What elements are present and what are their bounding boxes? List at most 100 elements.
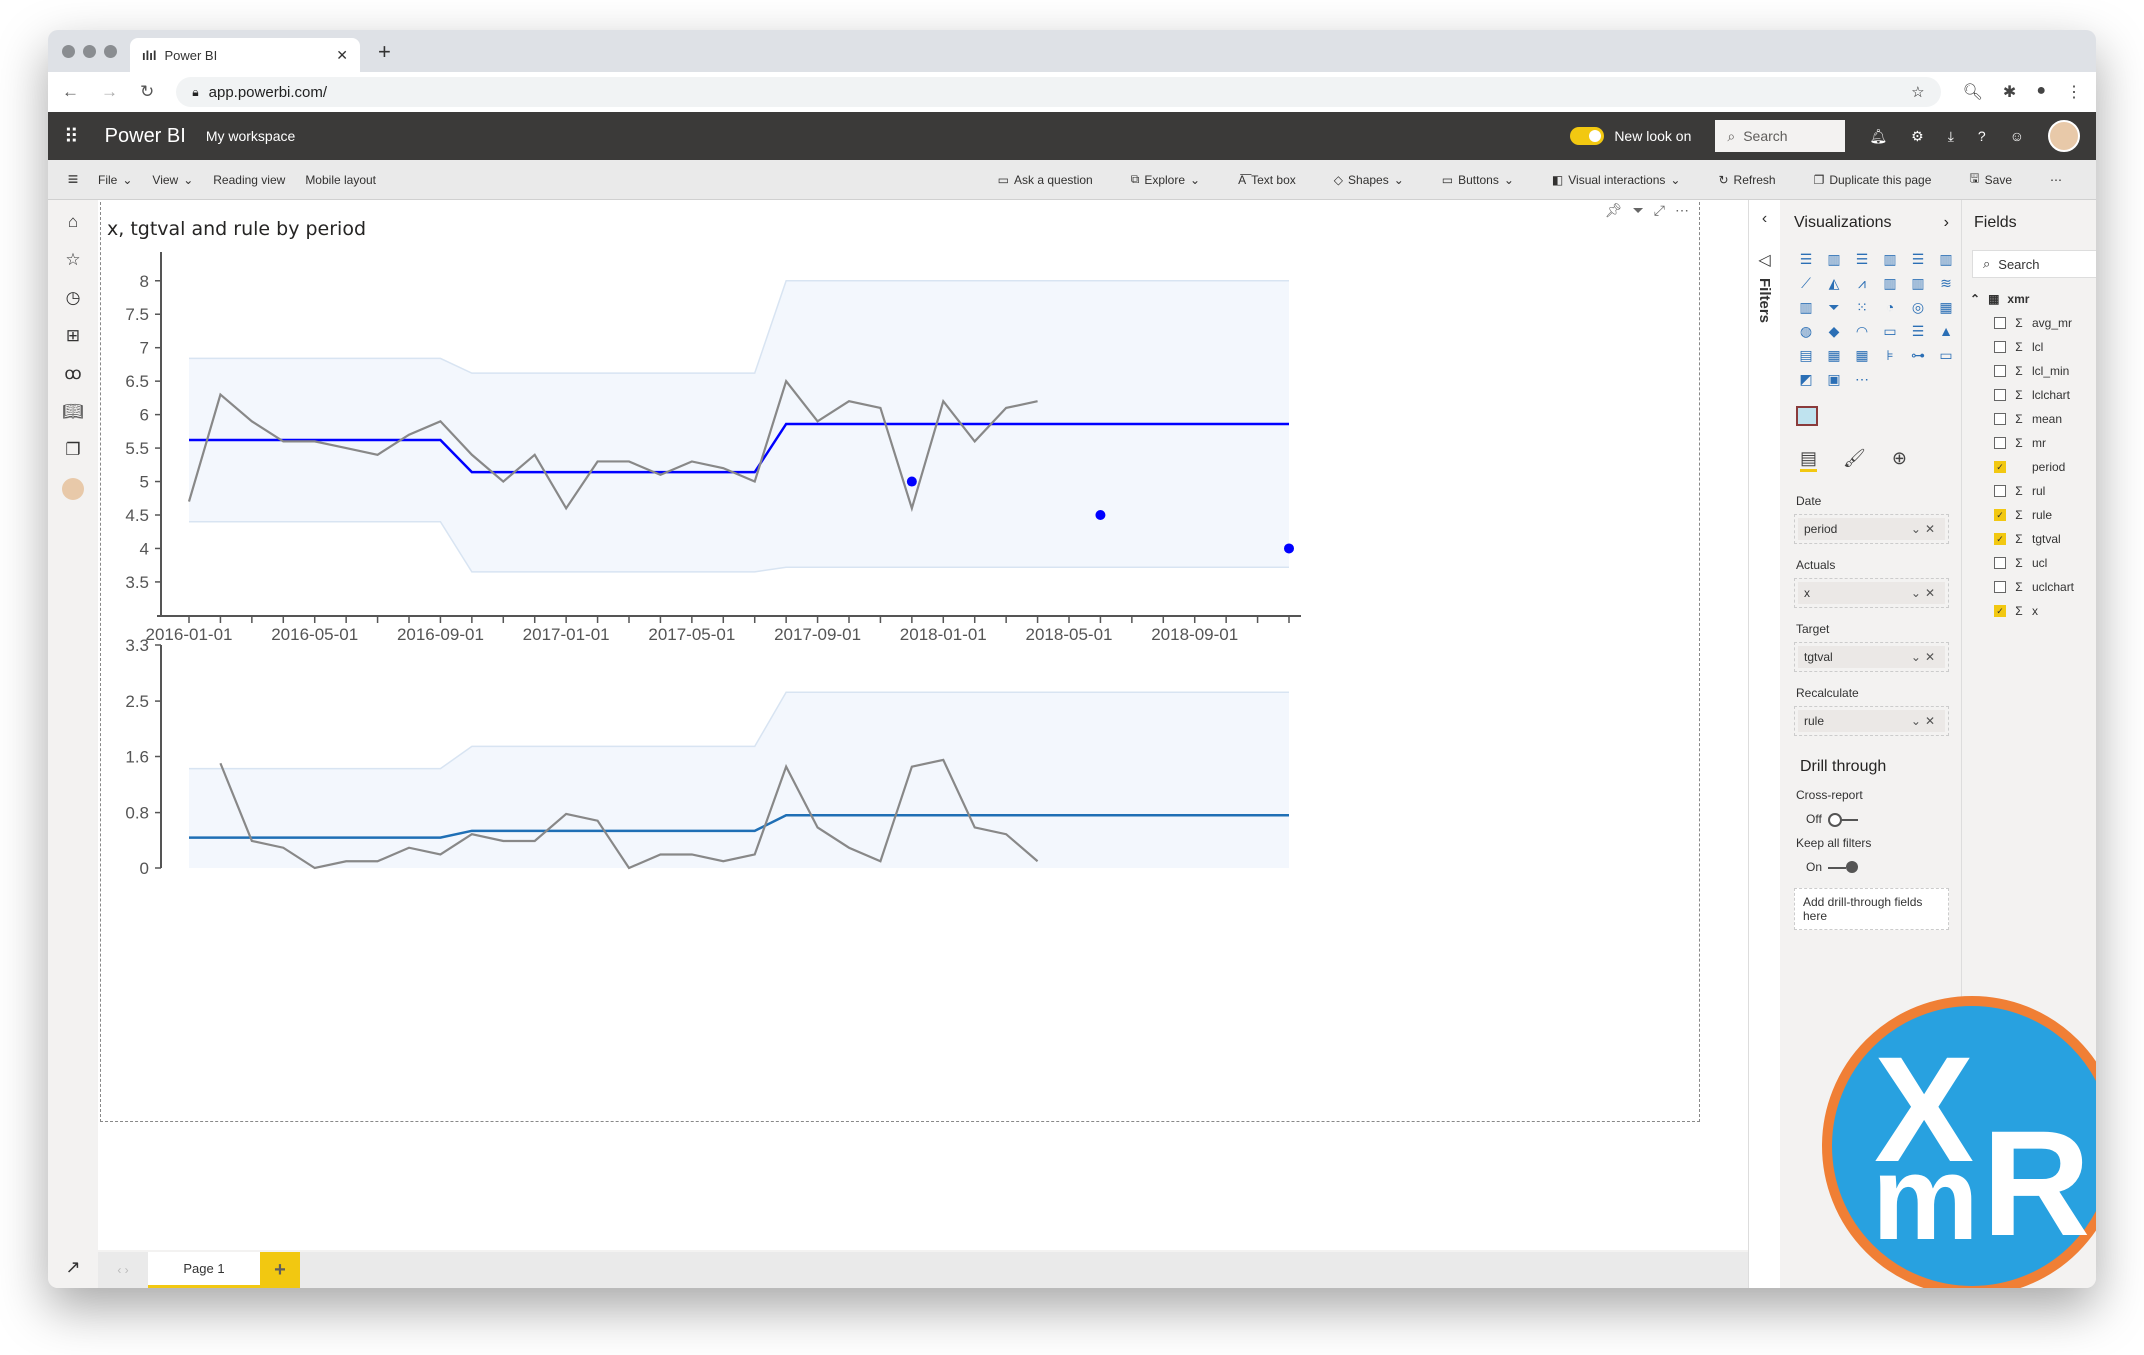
- 100-bar-icon[interactable]: ☰: [1908, 250, 1928, 268]
- matrix-icon[interactable]: ▦: [1852, 346, 1872, 364]
- focus-mode-icon[interactable]: ⤢: [1654, 202, 1665, 219]
- well-field-target[interactable]: tgtval ⌄✕: [1798, 646, 1945, 668]
- pin-icon[interactable]: 📌︎: [1605, 202, 1623, 219]
- python-visual-icon[interactable]: ▣: [1824, 370, 1844, 388]
- field-item-x[interactable]: ✓ Σx: [1994, 604, 2096, 618]
- line-chart-icon[interactable]: ⟋: [1796, 274, 1816, 292]
- donut-icon[interactable]: ◎: [1908, 298, 1928, 316]
- field-item-lcl_min[interactable]: Σlcl_min: [1994, 364, 2096, 378]
- filled-map-icon[interactable]: ◆: [1824, 322, 1844, 340]
- kpi-icon[interactable]: ▲: [1936, 322, 1956, 340]
- window-controls[interactable]: [62, 45, 117, 58]
- multirow-card-icon[interactable]: ☰: [1908, 322, 1928, 340]
- url-input[interactable]: 🔒︎ app.powerbi.com/ ☆: [176, 77, 1941, 107]
- scatter-icon[interactable]: ⁙: [1852, 298, 1872, 316]
- filter-icon[interactable]: ⏷: [1633, 202, 1644, 219]
- add-page-button[interactable]: +: [260, 1252, 300, 1288]
- brand-name[interactable]: Power BI: [105, 125, 186, 148]
- menu-kebab-icon[interactable]: ⋮: [2066, 82, 2082, 102]
- keep-filters-toggle[interactable]: On: [1806, 860, 1937, 874]
- workspaces-icon[interactable]: ❐: [65, 440, 80, 460]
- browser-tab[interactable]: ılıl Power BI ✕: [130, 38, 360, 72]
- clustered-bar-icon[interactable]: ☰: [1852, 250, 1872, 268]
- treemap-icon[interactable]: ▦: [1936, 298, 1956, 316]
- more-options-icon[interactable]: ⋯: [2050, 169, 2062, 190]
- field-item-lclchart[interactable]: Σlclchart: [1994, 388, 2096, 402]
- field-item-period[interactable]: ✓ period: [1994, 460, 2096, 474]
- qa-icon[interactable]: ▭: [1936, 346, 1956, 364]
- field-checkbox[interactable]: ✓: [1994, 461, 2006, 473]
- r-visual-icon[interactable]: ◩: [1796, 370, 1816, 388]
- bell-icon[interactable]: 🔔︎: [1869, 128, 1887, 145]
- view-menu[interactable]: View ⌄: [152, 173, 193, 187]
- well-field-actuals[interactable]: x ⌄✕: [1798, 582, 1945, 604]
- feedback-smiley-icon[interactable]: ☺: [2010, 128, 2024, 144]
- profile-icon[interactable]: ●: [2036, 82, 2046, 102]
- field-checkbox[interactable]: [1994, 341, 2006, 353]
- expand-arrow-icon[interactable]: ↗: [65, 1257, 80, 1278]
- field-checkbox[interactable]: [1994, 557, 2006, 569]
- funnel-icon[interactable]: ⏷: [1824, 298, 1844, 316]
- decomposition-tree-icon[interactable]: ⊶: [1908, 346, 1928, 364]
- shapes-menu[interactable]: ◇ Shapes ⌄: [1334, 169, 1404, 190]
- xmr-custom-visual-icon[interactable]: [1796, 406, 1818, 426]
- key-influencers-icon[interactable]: ⊧: [1880, 346, 1900, 364]
- xmr-visual[interactable]: x, tgtval and rule by period 📌︎ ⏷ ⤢ ⋯ 3.…: [100, 202, 1700, 1122]
- field-checkbox[interactable]: [1994, 581, 2006, 593]
- new-tab-button[interactable]: +: [378, 39, 391, 65]
- format-paint-roller-icon[interactable]: 🖌︎: [1843, 448, 1866, 472]
- line-column-icon[interactable]: ▥: [1880, 274, 1900, 292]
- back-icon[interactable]: ←: [62, 82, 79, 102]
- field-item-mean[interactable]: Σmean: [1994, 412, 2096, 426]
- page-nav-arrows[interactable]: ‹ ›: [98, 1263, 148, 1277]
- analytics-magnifier-icon[interactable]: ⊕: [1892, 448, 1907, 472]
- fields-tab-icon[interactable]: ▤: [1800, 448, 1818, 472]
- reload-icon[interactable]: ↻: [140, 82, 154, 102]
- collapse-chevron-icon[interactable]: ‹: [1762, 210, 1767, 228]
- well-field-date[interactable]: period ⌄✕: [1798, 518, 1945, 540]
- help-icon[interactable]: ?: [1978, 128, 1986, 144]
- waterfall-icon[interactable]: ▥: [1796, 298, 1816, 316]
- field-item-uclchart[interactable]: Σuclchart: [1994, 580, 2096, 594]
- apps-icon[interactable]: ⊞: [66, 326, 80, 346]
- table-icon[interactable]: ▦: [1824, 346, 1844, 364]
- user-avatar[interactable]: [2048, 120, 2080, 152]
- page-tab[interactable]: Page 1: [148, 1252, 260, 1288]
- field-item-tgtval[interactable]: ✓ Σtgtval: [1994, 532, 2096, 546]
- recent-clock-icon[interactable]: ◷: [66, 288, 81, 308]
- file-menu[interactable]: File ⌄: [98, 173, 132, 187]
- field-item-ucl[interactable]: Σucl: [1994, 556, 2096, 570]
- card-icon[interactable]: ▭: [1880, 322, 1900, 340]
- header-search-input[interactable]: ⌕ Search: [1715, 120, 1846, 152]
- favorites-star-icon[interactable]: ☆: [65, 250, 80, 270]
- save-button[interactable]: 🖫 Save: [1969, 169, 2012, 190]
- pie-icon[interactable]: ◔: [1880, 298, 1900, 316]
- field-item-lcl[interactable]: Σlcl: [1994, 340, 2096, 354]
- gear-icon[interactable]: ⚙: [1911, 128, 1924, 145]
- stacked-column-icon[interactable]: ▥: [1824, 250, 1844, 268]
- refresh-button[interactable]: ↻ Refresh: [1718, 169, 1775, 190]
- field-item-rule[interactable]: ✓ Σrule: [1994, 508, 2096, 522]
- field-checkbox[interactable]: ✓: [1994, 533, 2006, 545]
- close-tab-icon[interactable]: ✕: [336, 47, 348, 64]
- shared-people-icon[interactable]: ꝏ: [64, 364, 81, 384]
- collapse-viz-chevron-icon[interactable]: ›: [1944, 214, 1949, 232]
- puzzle-icon[interactable]: ✱: [2003, 82, 2016, 102]
- my-workspace-avatar[interactable]: [62, 478, 84, 500]
- field-checkbox[interactable]: [1994, 317, 2006, 329]
- text-box-button[interactable]: A͞ Text box: [1238, 169, 1296, 190]
- home-icon[interactable]: ⌂: [68, 212, 78, 232]
- visual-more-icon[interactable]: ⋯: [1675, 202, 1689, 219]
- gauge-icon[interactable]: ◠: [1852, 322, 1872, 340]
- bookmark-star-icon[interactable]: ☆: [1911, 83, 1924, 101]
- area-chart-icon[interactable]: ◭: [1824, 274, 1844, 292]
- stacked-area-icon[interactable]: ⩘: [1852, 274, 1872, 292]
- learn-book-icon[interactable]: 📖︎: [62, 402, 84, 422]
- field-item-avg_mr[interactable]: Σavg_mr: [1994, 316, 2096, 330]
- ask-question-button[interactable]: ▭ Ask a question: [998, 169, 1093, 190]
- field-checkbox[interactable]: ✓: [1994, 605, 2006, 617]
- 100-column-icon[interactable]: ▥: [1936, 250, 1956, 268]
- visual-interactions-menu[interactable]: ◧ Visual interactions ⌄: [1552, 169, 1681, 190]
- slicer-icon[interactable]: ▤: [1796, 346, 1816, 364]
- new-look-toggle[interactable]: [1570, 127, 1605, 145]
